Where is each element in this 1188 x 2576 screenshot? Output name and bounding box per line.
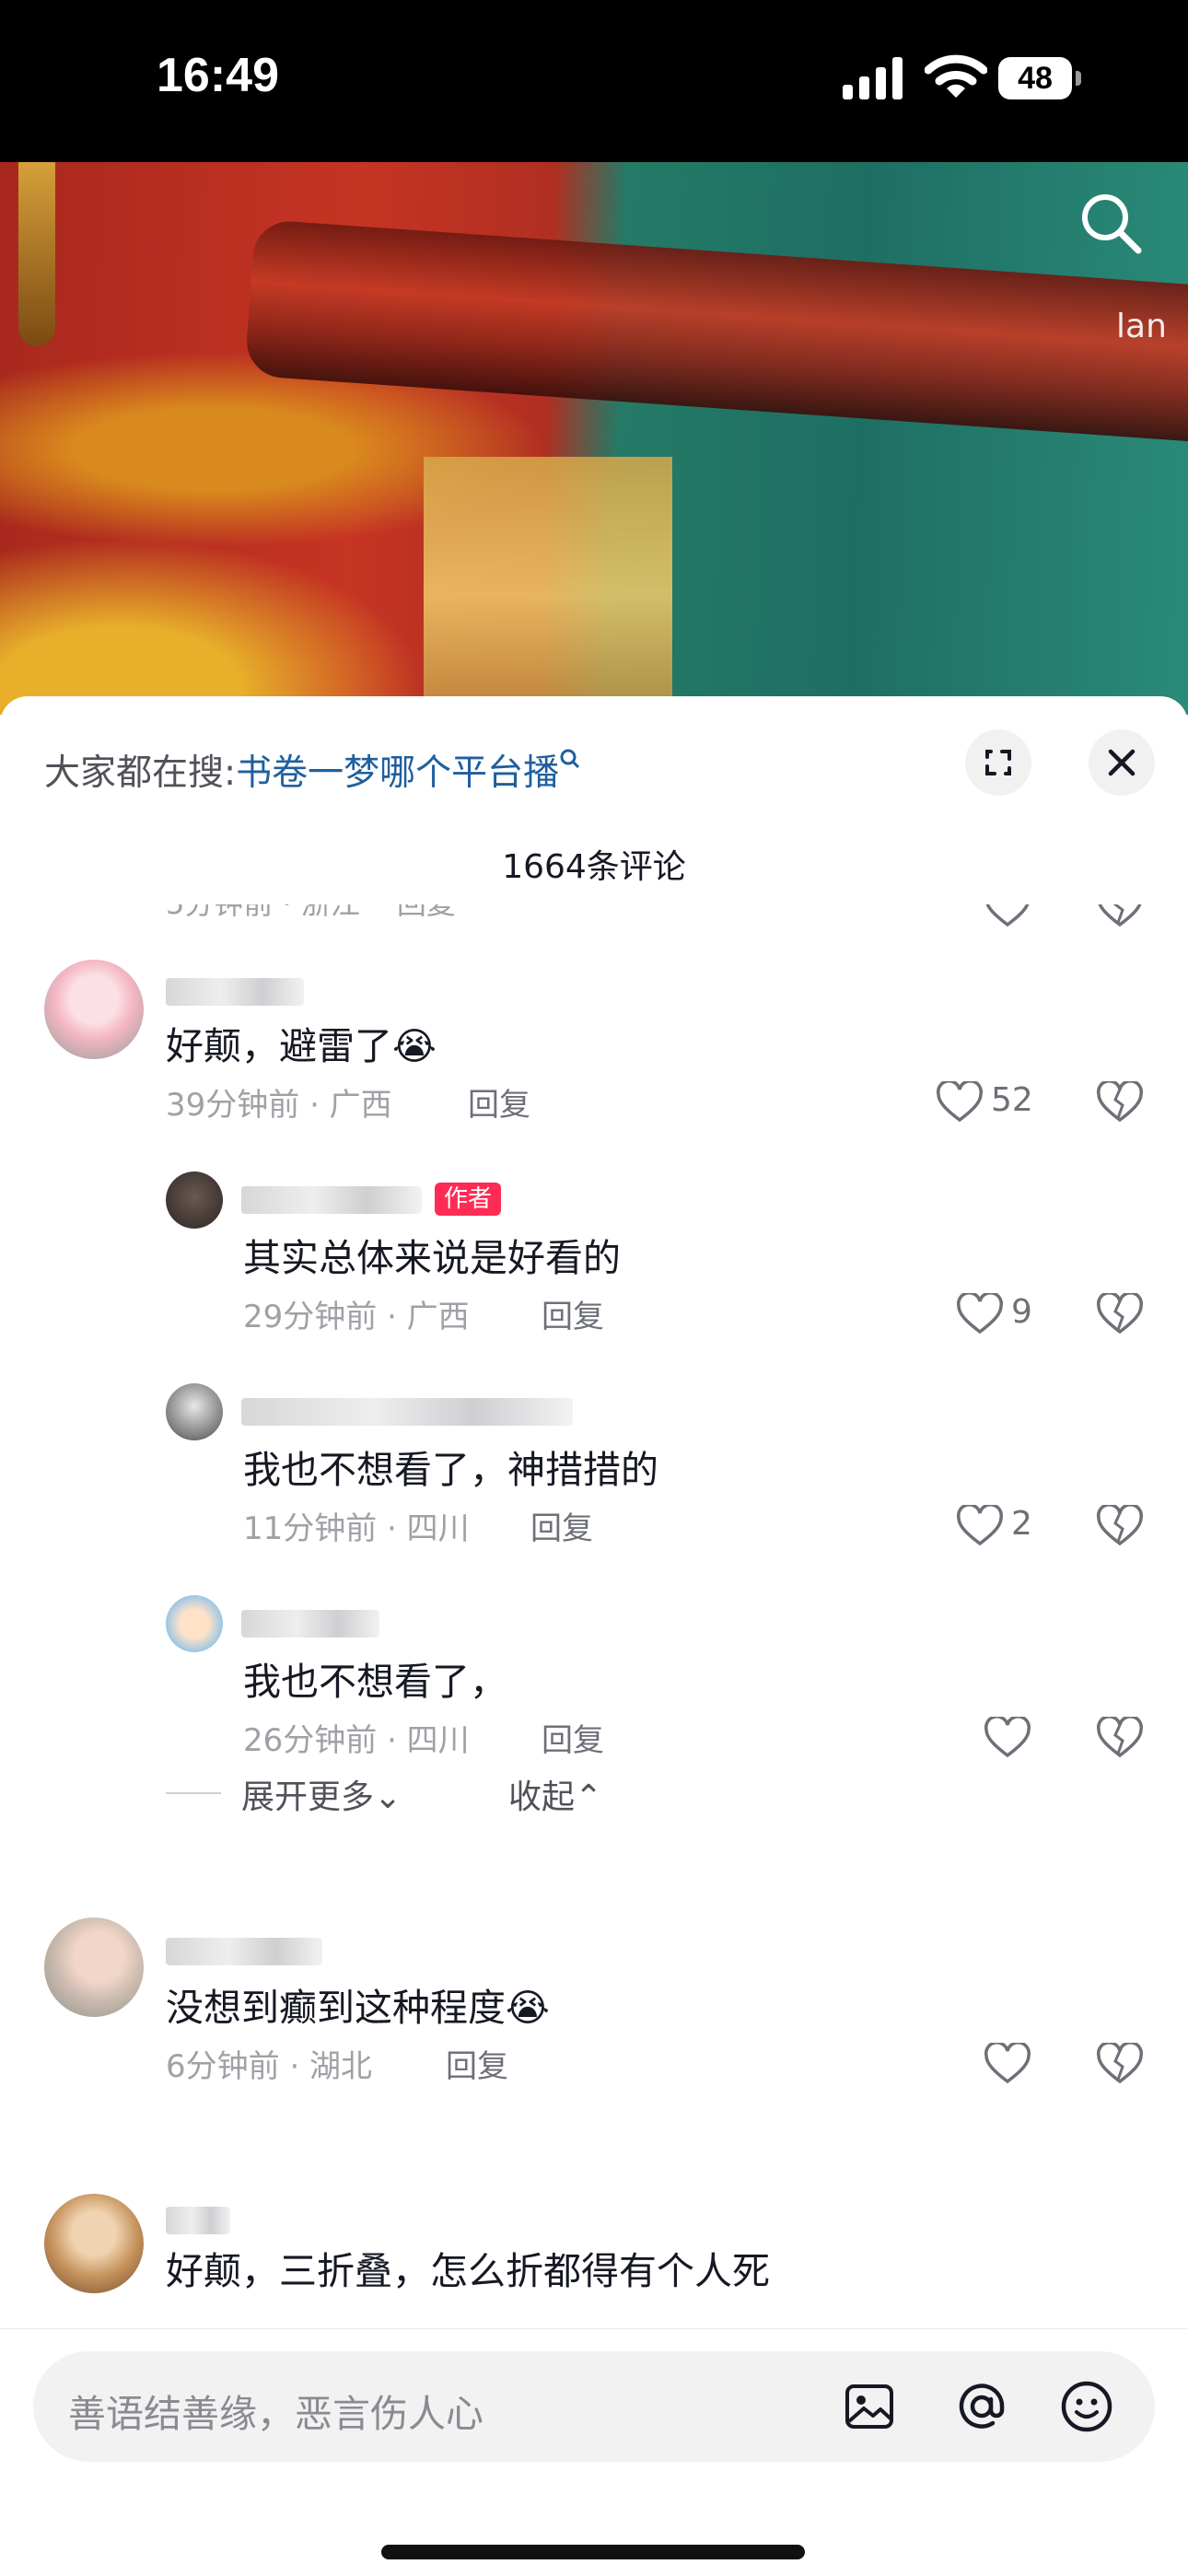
broken-heart-icon[interactable] bbox=[1096, 2043, 1144, 2085]
comment-text: 我也不想看了，神措措的 bbox=[243, 1448, 658, 1492]
ornament-decoration bbox=[18, 162, 55, 346]
expand-more-button[interactable]: 展开更多⌄ bbox=[241, 1770, 402, 1818]
expand-button[interactable] bbox=[965, 729, 1031, 796]
username-blurred[interactable] bbox=[241, 1398, 573, 1426]
reply-button[interactable]: 回复 bbox=[542, 1715, 604, 1760]
at-icon[interactable] bbox=[954, 2379, 1009, 2434]
reply-button[interactable]: 回复 bbox=[530, 1503, 593, 1548]
video-corner-text: lan bbox=[1116, 308, 1167, 345]
comment-meta: 29分钟前 · 广西 bbox=[243, 1299, 470, 1335]
like-count: 2 bbox=[1011, 1505, 1032, 1543]
avatar[interactable] bbox=[44, 960, 144, 1059]
hot-search-prefix: 大家都在搜: bbox=[44, 752, 237, 794]
like-count: 9 bbox=[1011, 1293, 1032, 1331]
battery-icon: 48 bbox=[998, 57, 1081, 99]
comment-input-bar: 善语结善缘，恶言伤人心 bbox=[0, 2328, 1188, 2576]
home-indicator[interactable] bbox=[381, 2545, 805, 2559]
avatar[interactable] bbox=[44, 1917, 144, 2017]
comment-text: 没想到癫到这种程度😭 bbox=[166, 1986, 550, 2030]
heart-icon[interactable] bbox=[984, 904, 1031, 928]
broken-heart-icon[interactable] bbox=[1096, 1505, 1144, 1547]
hot-search-bar[interactable]: 大家都在搜:书卷一梦哪个平台播 bbox=[44, 744, 583, 796]
heart-icon[interactable] bbox=[956, 1505, 1004, 1547]
username-blurred[interactable] bbox=[166, 1938, 322, 1965]
comment-sheet: 大家都在搜:书卷一梦哪个平台播 1664条评论 5分钟前 · 浙江回复 好颠，避… bbox=[0, 696, 1188, 2575]
heart-icon[interactable] bbox=[956, 1293, 1004, 1335]
comment-text: 其实总体来说是好看的 bbox=[243, 1236, 621, 1280]
comment-count: 1664条评论 bbox=[502, 848, 686, 886]
close-button[interactable] bbox=[1089, 729, 1155, 796]
video-background[interactable]: lan bbox=[0, 162, 1188, 715]
broken-heart-icon[interactable] bbox=[1096, 1293, 1144, 1335]
broken-heart-icon[interactable] bbox=[1096, 1717, 1144, 1759]
reply-button[interactable]: 回复 bbox=[542, 1291, 604, 1336]
username-blurred[interactable] bbox=[166, 2207, 230, 2234]
comment-input[interactable]: 善语结善缘，恶言伤人心 bbox=[33, 2351, 1155, 2462]
comment-meta: 26分钟前 · 四川 bbox=[243, 1722, 470, 1759]
peek-meta: 5分钟前 · 浙江 bbox=[166, 904, 360, 921]
comment-input-placeholder: 善语结善缘，恶言伤人心 bbox=[68, 2392, 483, 2436]
image-icon[interactable] bbox=[842, 2379, 897, 2434]
comment-meta: 39分钟前 · 广西 bbox=[166, 1087, 392, 1124]
author-badge: 作者 bbox=[435, 1183, 502, 1216]
battery-level: 48 bbox=[998, 57, 1072, 99]
comment-text: 好颠，避雷了😭 bbox=[166, 1024, 437, 1068]
comment-list[interactable]: 5分钟前 · 浙江回复 好颠，避雷了😭 39分钟前 · 广西 回复 52 作者 … bbox=[0, 904, 1188, 2092]
broken-heart-icon[interactable] bbox=[1096, 904, 1144, 928]
heart-icon[interactable] bbox=[984, 1717, 1031, 1759]
avatar[interactable] bbox=[44, 2194, 144, 2293]
collapse-button[interactable]: 收起⌃ bbox=[508, 1770, 602, 1818]
divider bbox=[166, 1792, 221, 1794]
reply-button[interactable]: 回复 bbox=[446, 2041, 508, 2086]
username-blurred[interactable] bbox=[241, 1186, 422, 1214]
username-blurred[interactable] bbox=[166, 978, 304, 1006]
comment-meta: 11分钟前 · 四川 bbox=[243, 1510, 470, 1547]
status-bar: 16:49 48 bbox=[0, 0, 1188, 162]
avatar[interactable] bbox=[166, 1595, 223, 1652]
heart-icon[interactable] bbox=[984, 2043, 1031, 2085]
username-blurred[interactable] bbox=[241, 1610, 379, 1638]
comment-text: 我也不想看了， bbox=[243, 1660, 507, 1704]
video-frame-gold bbox=[424, 457, 672, 715]
comment-meta: 6分钟前 · 湖北 bbox=[166, 2048, 373, 2085]
avatar[interactable] bbox=[166, 1383, 223, 1440]
heart-icon[interactable] bbox=[936, 1081, 984, 1124]
avatar[interactable] bbox=[166, 1171, 223, 1229]
cellular-signal-icon bbox=[843, 57, 903, 99]
expand-icon bbox=[985, 750, 1011, 775]
emoji-icon[interactable] bbox=[1059, 2379, 1114, 2434]
hot-search-link[interactable]: 书卷一梦哪个平台播 bbox=[236, 752, 559, 794]
close-icon bbox=[1108, 749, 1136, 776]
wifi-icon bbox=[925, 54, 987, 98]
reply-button[interactable]: 回复 bbox=[468, 1079, 530, 1125]
comment-text: 好颠，三折叠，怎么折都得有个人死 bbox=[166, 2249, 770, 2293]
search-small-icon bbox=[560, 749, 580, 769]
peek-reply[interactable]: 回复 bbox=[397, 904, 456, 921]
search-icon[interactable] bbox=[1077, 190, 1144, 256]
broken-heart-icon[interactable] bbox=[1096, 1081, 1144, 1124]
comment-meta-peek: 5分钟前 · 浙江 回复 bbox=[166, 904, 456, 923]
status-time: 16:49 bbox=[157, 49, 279, 102]
video-frame-object bbox=[244, 218, 1188, 447]
like-count: 52 bbox=[991, 1081, 1033, 1119]
